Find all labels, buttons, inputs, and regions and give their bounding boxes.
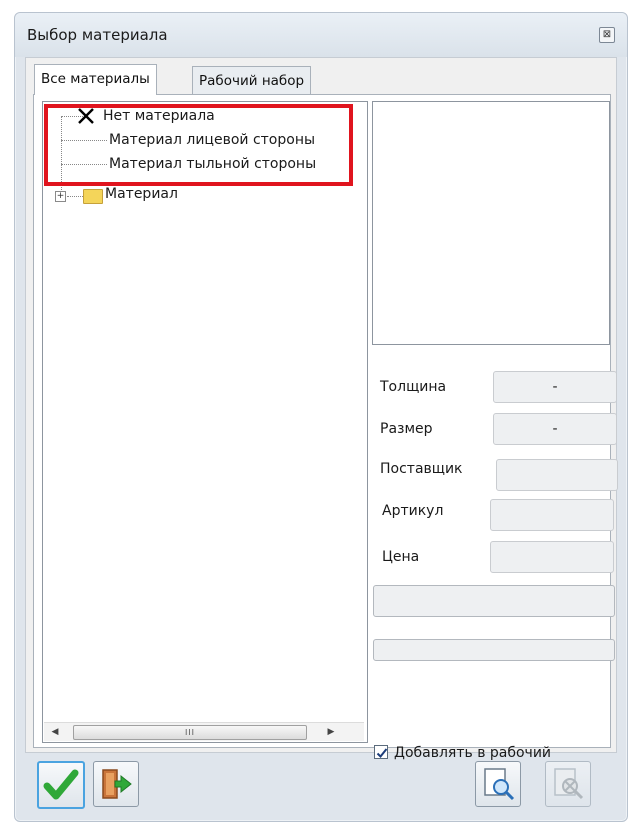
tab-panel: Нет материала Материал лицевой стороны М… <box>33 94 618 761</box>
info-field <box>373 585 615 617</box>
tree-item-material[interactable]: Материал <box>105 183 178 205</box>
exit-door-icon <box>102 769 132 799</box>
x-icon <box>78 108 94 124</box>
thickness-label: Толщина <box>380 379 447 395</box>
size-label: Размер <box>380 421 433 437</box>
tab-workset[interactable]: Рабочий набор <box>192 66 312 95</box>
tree-connector <box>67 196 83 197</box>
supplier-label: Поставщик <box>380 461 463 477</box>
progress-bar <box>373 639 615 661</box>
scroll-thumb[interactable]: III <box>73 725 307 740</box>
article-field <box>490 499 614 531</box>
tab-all-materials[interactable]: Все материалы <box>34 64 157 95</box>
add-to-workset-label: Добавлять в рабочий <box>394 745 552 761</box>
view-material-button[interactable] <box>475 761 521 807</box>
document-search-remove-icon <box>554 768 584 800</box>
checkmark-icon <box>43 769 79 800</box>
remove-search-button[interactable] <box>545 761 591 807</box>
article-label: Артикул <box>382 503 444 519</box>
material-selection-dialog: Выбор материала ⊠ Все материалы Рабочий … <box>14 12 628 822</box>
material-preview <box>372 101 610 345</box>
tree-item-front-material[interactable]: Материал лицевой стороны <box>109 129 315 151</box>
tree-connector <box>61 164 107 165</box>
supplier-field <box>496 459 618 491</box>
tree-connector <box>61 140 107 141</box>
price-field <box>490 541 614 573</box>
dialog-body: Все материалы Рабочий набор Нет материал… <box>25 57 618 761</box>
folder-icon <box>83 189 103 204</box>
checkmark-icon <box>376 748 388 758</box>
price-label: Цена <box>382 549 420 565</box>
thickness-field: - <box>493 371 617 403</box>
size-field: - <box>493 413 617 445</box>
scroll-left-icon[interactable]: ◀ <box>48 725 62 739</box>
tree-item-no-material[interactable]: Нет материала <box>103 105 215 127</box>
exit-button[interactable] <box>93 761 139 807</box>
tree-connector <box>61 116 62 190</box>
close-button[interactable]: ⊠ <box>599 27 615 43</box>
tree-item-back-material[interactable]: Материал тыльной стороны <box>109 153 316 175</box>
horizontal-scrollbar[interactable]: ◀ III ▶ <box>44 722 364 741</box>
dialog-title: Выбор материала <box>27 26 168 44</box>
ok-button[interactable] <box>37 761 85 809</box>
document-search-icon <box>484 768 515 801</box>
add-to-workset-checkbox[interactable] <box>374 745 388 759</box>
expand-icon[interactable]: + <box>55 191 66 202</box>
scroll-right-icon[interactable]: ▶ <box>324 725 338 739</box>
title-bar: Выбор материала ⊠ <box>15 13 627 57</box>
material-tree[interactable]: Нет материала Материал лицевой стороны М… <box>42 101 368 743</box>
